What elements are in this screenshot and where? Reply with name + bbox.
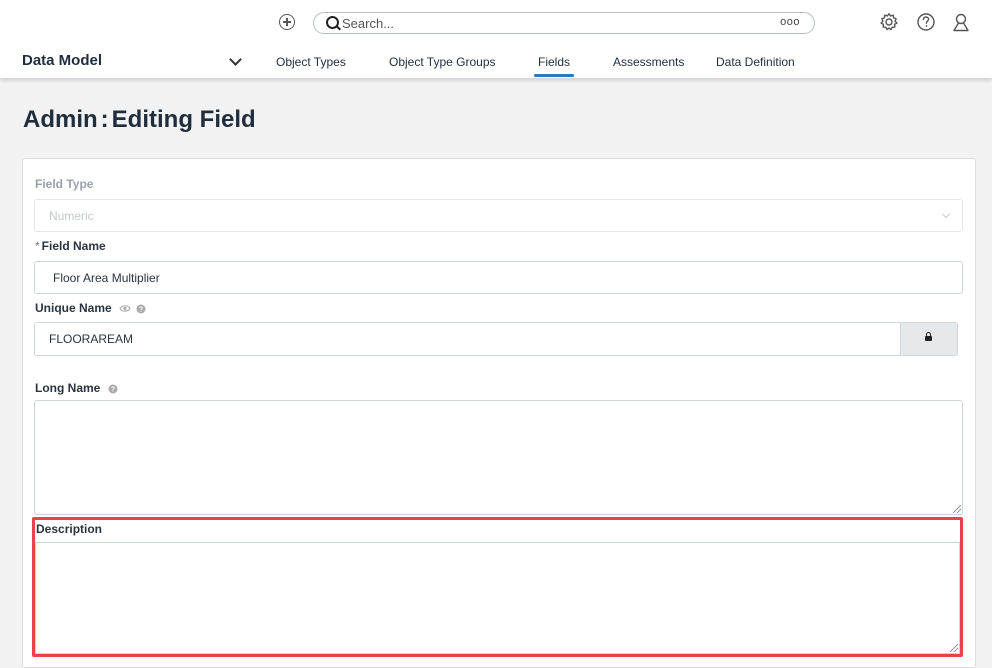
top-bar: ooo (0, 0, 992, 47)
description-label: Description (36, 522, 103, 536)
unique-name-label: Unique Name ? (35, 301, 146, 315)
page-title-main: Editing Field (111, 106, 256, 133)
svg-text:?: ? (139, 307, 143, 314)
unique-name-label-text: Unique Name (35, 301, 112, 315)
page-title-separator: : (100, 106, 109, 133)
required-marker: * (35, 239, 40, 253)
tab-assessments[interactable]: Assessments (613, 55, 684, 69)
search-input[interactable] (342, 14, 762, 32)
long-name-textarea[interactable] (34, 400, 963, 515)
tab-fields[interactable]: Fields (533, 55, 575, 77)
field-name-input[interactable] (34, 261, 963, 294)
global-search[interactable]: ooo (313, 12, 815, 34)
description-textarea[interactable] (35, 542, 960, 654)
long-name-label: Long Name ? (35, 381, 118, 395)
user-icon[interactable] (951, 12, 971, 32)
help-icon[interactable]: ? (136, 304, 146, 314)
help-icon[interactable]: ? (108, 384, 118, 394)
svg-text:?: ? (111, 387, 115, 394)
module-dropdown-label: Data Model (22, 52, 103, 69)
plus-circle-icon[interactable] (279, 14, 295, 30)
help-icon[interactable] (916, 12, 936, 32)
long-name-label-text: Long Name (35, 381, 101, 395)
tab-object-types[interactable]: Object Types (276, 55, 346, 69)
page-title-prefix: Admin (23, 106, 98, 133)
resize-handle[interactable] (950, 644, 958, 652)
unique-name-input[interactable] (34, 322, 901, 356)
tab-object-type-groups[interactable]: Object Type Groups (389, 55, 496, 69)
field-name-label-text: Field Name (41, 239, 106, 253)
unlock-unique-name-button[interactable] (900, 322, 958, 356)
resize-handle[interactable] (953, 505, 961, 513)
page-title: Admin: Editing Field (23, 106, 256, 134)
field-type-label: Field Type (35, 177, 94, 191)
module-nav-bar: Data Model Object Types Object Type Grou… (0, 46, 992, 79)
gear-icon[interactable] (879, 12, 899, 32)
chevron-down-icon (229, 53, 242, 66)
search-icon (326, 16, 339, 29)
lock-icon (925, 332, 932, 341)
module-dropdown[interactable]: Data Model (22, 52, 244, 72)
tab-data-definition[interactable]: Data Definition (716, 55, 795, 69)
field-type-select[interactable] (34, 199, 963, 232)
eye-icon[interactable] (119, 304, 131, 313)
search-more-button[interactable]: ooo (780, 16, 800, 28)
field-name-label: * Field Name (35, 239, 106, 253)
